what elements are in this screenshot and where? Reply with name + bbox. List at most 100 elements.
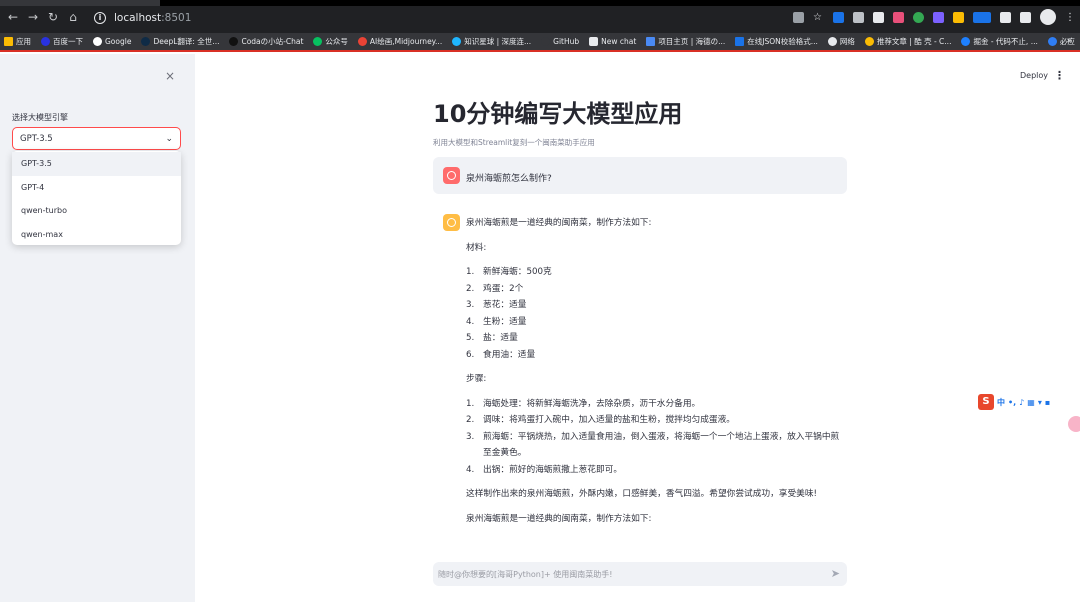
coolshell-icon bbox=[864, 37, 874, 46]
model-select-value: GPT-3.5 bbox=[20, 133, 53, 144]
apps-grid-icon bbox=[4, 37, 13, 46]
skin-icon[interactable]: ▾ bbox=[1038, 398, 1042, 407]
model-option[interactable]: qwen-max bbox=[12, 223, 181, 247]
bookmark-label: GitHub bbox=[553, 37, 580, 46]
list-item: 2. 鸡蛋：2个 bbox=[466, 281, 846, 298]
bookmark-label: 公众号 bbox=[325, 37, 348, 46]
address-bar[interactable]: i localhost:8501 bbox=[90, 9, 762, 27]
ai-paint-icon bbox=[357, 37, 367, 46]
model-select[interactable]: GPT-3.5 ⌄ bbox=[12, 127, 181, 150]
extension-icon[interactable] bbox=[913, 11, 924, 23]
bookmark-item[interactable]: 百度一下 bbox=[41, 36, 83, 47]
steps-label: 步骤: bbox=[466, 374, 487, 384]
ime-toolbar: S 中 •, ♪ ▦ ▾ ▪ bbox=[978, 393, 1050, 411]
bookmark-star-icon[interactable]: ☆ bbox=[813, 12, 824, 23]
bookmarks-bar: 应用 百度一下 Google DeepL翻译: 全世... Codaの小站-Ch… bbox=[0, 33, 1080, 52]
extension-icon[interactable] bbox=[933, 11, 944, 23]
list-item: 3. 煎海蛎：平锅烧热，加入适量食用油，倒入蛋液，将海蛎一个一个地沾上蛋液，放入平… bbox=[466, 429, 846, 462]
list-item-text: 鸡蛋：2个 bbox=[483, 283, 524, 294]
keyboard-icon[interactable]: ▦ bbox=[1027, 398, 1035, 407]
model-option[interactable]: qwen-turbo bbox=[12, 199, 181, 223]
main-menu-icon[interactable]: ⋮ bbox=[1054, 69, 1065, 82]
model-option[interactable]: GPT-3.5 bbox=[12, 152, 181, 176]
bookmark-item[interactable]: 项目主页 | 海德の... bbox=[646, 36, 725, 47]
main-content: Deploy ⋮ 10分钟编写大模型应用 利用大模型和Streamlit复刻一个… bbox=[195, 54, 1080, 602]
bookmark-item[interactable]: DeepL翻译: 全世... bbox=[141, 36, 219, 47]
bookmark-item[interactable]: GitHub bbox=[541, 37, 579, 46]
bookmark-label: 推荐文章 | 酷 壳 - C... bbox=[876, 37, 952, 46]
model-dropdown: GPT-3.5 GPT-4 qwen-turbo qwen-max bbox=[12, 151, 181, 245]
list-item-text: 食用油：适量 bbox=[483, 349, 536, 360]
extension-icon[interactable] bbox=[953, 11, 964, 23]
bookmark-item[interactable]: New chat bbox=[589, 37, 636, 46]
bookmark-label: DeepL翻译: 全世... bbox=[153, 37, 220, 46]
extensions-puzzle-icon[interactable] bbox=[1000, 11, 1011, 23]
bookmark-label: 在线JSON校验格式... bbox=[747, 37, 818, 46]
user-avatar bbox=[443, 167, 460, 184]
wechat-icon bbox=[313, 37, 323, 46]
forward-icon[interactable]: → bbox=[26, 10, 40, 24]
browser-menu-icon[interactable]: ⋮ bbox=[1065, 12, 1076, 23]
list-item-text: 煎海蛎：平锅烧热，加入适量食用油，倒入蛋液，将海蛎一个一个地沾上蛋液，放入平锅中… bbox=[483, 431, 840, 459]
bookmark-item[interactable]: 公众号 bbox=[313, 36, 348, 47]
reload-icon[interactable]: ↻ bbox=[46, 10, 60, 24]
bookmark-item[interactable]: Codaの小站-Chat bbox=[229, 36, 303, 47]
materials-label: 材料: bbox=[466, 242, 487, 253]
back-icon[interactable]: ← bbox=[6, 10, 20, 24]
punctuation-icon[interactable]: •, bbox=[1008, 398, 1016, 407]
bookmark-item[interactable]: 知识星球 | 深度连... bbox=[452, 36, 531, 47]
site-info-icon[interactable]: i bbox=[94, 12, 106, 24]
translate-icon[interactable] bbox=[793, 11, 804, 23]
microphone-icon[interactable]: ♪ bbox=[1019, 398, 1024, 407]
deploy-button[interactable]: Deploy bbox=[1020, 71, 1048, 80]
bookmark-label: Codaの小站-Chat bbox=[241, 37, 304, 46]
assistant-avatar bbox=[443, 214, 460, 231]
chat-input[interactable]: 随时@你想要的[海哥Python]+ 使用闽南菜助手! ➤ bbox=[433, 562, 847, 586]
ime-mode-label[interactable]: 中 bbox=[997, 397, 1005, 408]
sogou-ime-icon[interactable]: S bbox=[978, 394, 994, 410]
list-item: 5. 盐：适量 bbox=[466, 330, 846, 347]
network-icon bbox=[827, 37, 837, 46]
address-port: :8501 bbox=[161, 12, 192, 24]
bookmark-item[interactable]: 在线JSON校验格式... bbox=[735, 36, 818, 47]
github-icon bbox=[541, 37, 551, 46]
bookmark-label: 应用 bbox=[16, 37, 31, 46]
send-icon[interactable]: ➤ bbox=[831, 567, 840, 580]
chevron-down-icon: ⌄ bbox=[165, 133, 173, 144]
assistant-closing: 这样制作出来的泉州海蛎煎，外酥内嫩，口感鲜美，香气四溢。希望你尝试成功，享受美味… bbox=[466, 489, 817, 499]
extension-icon[interactable] bbox=[853, 11, 864, 23]
bookmarks-overflow-icon[interactable]: » bbox=[1066, 36, 1072, 46]
extension-icon[interactable] bbox=[893, 11, 904, 23]
extension-icon[interactable] bbox=[873, 11, 884, 23]
list-item: 4. 生粉：适量 bbox=[466, 314, 846, 331]
extensions-area: ☆ ⋮ bbox=[793, 9, 1076, 25]
steps-list: 1. 海蛎处理：将新鲜海蛎洗净，去除杂质，沥干水分备用。 2. 调味：将鸡蛋打入碗中… bbox=[466, 396, 846, 479]
list-item-text: 生粉：适量 bbox=[483, 316, 527, 327]
active-tab[interactable] bbox=[0, 0, 160, 6]
list-item-text: 海蛎处理：将新鲜海蛎洗净，去除杂质，沥干水分备用。 bbox=[483, 398, 701, 409]
close-sidebar-icon[interactable]: × bbox=[165, 69, 175, 83]
bookmark-label: 网络 bbox=[839, 37, 855, 46]
model-option[interactable]: GPT-4 bbox=[12, 176, 181, 200]
extension-icon[interactable] bbox=[973, 11, 991, 23]
list-item: 4. 出锅：煎好的海蛎煎撒上葱花即可。 bbox=[466, 462, 846, 479]
project-icon bbox=[646, 37, 656, 46]
list-item-text: 盐：适量 bbox=[483, 333, 518, 343]
bookmark-item[interactable]: 推荐文章 | 酷 壳 - C... bbox=[864, 36, 952, 47]
bookmark-item[interactable]: 掘金 - 代码不止, ... bbox=[961, 36, 1038, 47]
assistant-repeat: 泉州海蛎煎是一道经典的闽南菜，制作方法如下: bbox=[466, 513, 652, 524]
extension-icon[interactable] bbox=[833, 11, 844, 23]
bookmark-item[interactable]: AI绘画,Midjourney... bbox=[357, 36, 442, 47]
list-item: 1. 新鲜海蛎：500克 bbox=[466, 264, 846, 281]
bookmark-item[interactable]: 应用 bbox=[4, 36, 31, 47]
floating-assistant-icon[interactable] bbox=[1068, 416, 1080, 432]
list-item-text: 调味：将鸡蛋打入碗中，加入适量的盐和生粉，搅拌均匀成蛋液。 bbox=[483, 415, 735, 425]
home-icon[interactable]: ⌂ bbox=[66, 10, 80, 24]
tools-grid-icon[interactable]: ▪ bbox=[1045, 398, 1050, 407]
google-icon bbox=[93, 37, 102, 46]
bookmark-item[interactable]: 网络 bbox=[827, 36, 855, 47]
download-icon[interactable] bbox=[1020, 11, 1031, 23]
bookmark-item[interactable]: Google bbox=[93, 37, 131, 46]
profile-avatar[interactable] bbox=[1040, 9, 1056, 25]
tab-strip bbox=[0, 0, 1080, 6]
